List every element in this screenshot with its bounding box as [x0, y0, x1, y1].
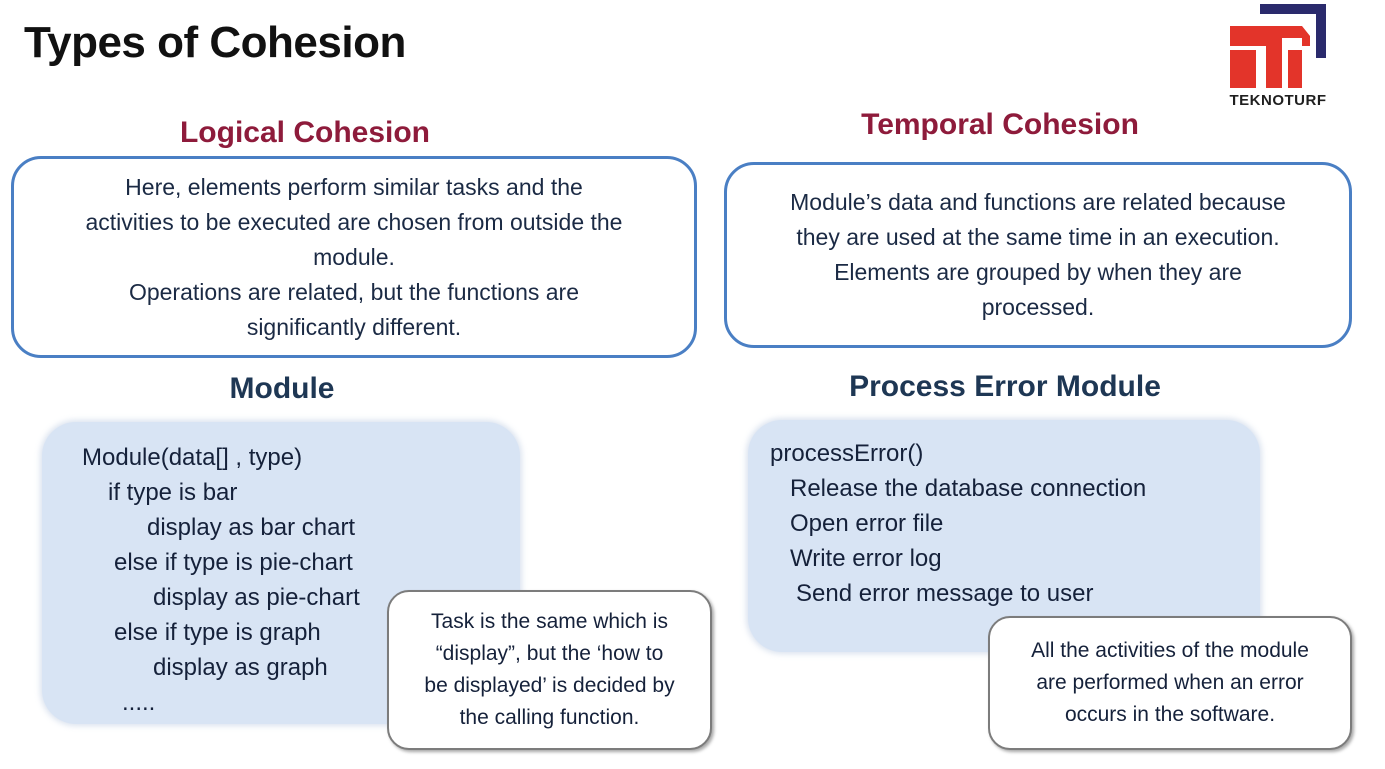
process-error-note-callout: All the activities of the module are per… — [988, 616, 1352, 750]
note-line: the calling function. — [459, 706, 640, 729]
code-line: Write error log — [790, 545, 942, 572]
desc-line: Operations are related, but the function… — [128, 278, 580, 305]
logo-mark-icon — [1230, 4, 1326, 88]
code-line: if type is bar — [108, 479, 238, 506]
code-line: else if type is pie-chart — [114, 549, 353, 576]
code-line: ..... — [122, 689, 156, 716]
desc-line: module. — [313, 243, 395, 270]
code-line: display as graph — [153, 654, 328, 681]
desc-line: Module’s data and functions are related … — [790, 189, 1286, 215]
logical-cohesion-description: Here, elements perform similar tasks and… — [11, 156, 697, 358]
note-line: are performed when an error — [1036, 671, 1304, 694]
code-line: processError() — [770, 440, 924, 467]
note-line: occurs in the software. — [1064, 703, 1276, 726]
code-line: Module(data[] , type) — [82, 444, 303, 471]
code-line: display as pie-chart — [153, 584, 360, 611]
slide-title: Types of Cohesion — [24, 18, 406, 67]
code-line: Open error file — [790, 510, 944, 537]
temporal-cohesion-description: Module’s data and functions are related … — [724, 162, 1352, 348]
note-line: Task is the same which is — [431, 610, 668, 633]
desc-line: Here, elements perform similar tasks and… — [125, 173, 583, 200]
desc-line: activities to be executed are chosen fro… — [85, 208, 623, 235]
process-error-module-heading: Process Error Module — [849, 370, 1161, 403]
module-note-callout: Task is the same which is “display”, but… — [387, 590, 712, 750]
module-example-heading: Module — [229, 372, 335, 405]
note-line: “display”, but the ‘how to — [435, 642, 664, 665]
note-line: be displayed’ is decided by — [424, 674, 675, 697]
code-line: display as bar chart — [147, 514, 356, 541]
logical-cohesion-heading: Logical Cohesion — [179, 116, 431, 149]
code-line: Release the database connection — [790, 475, 1147, 502]
desc-line: significantly different. — [246, 313, 462, 340]
desc-line: processed. — [981, 294, 1095, 320]
desc-line: they are used at the same time in an exe… — [796, 224, 1280, 250]
temporal-cohesion-heading: Temporal Cohesion — [861, 108, 1139, 141]
code-line: Send error message to user — [796, 580, 1094, 607]
desc-line: Elements are grouped by when they are — [834, 259, 1242, 285]
teknoturf-logo: TEKNOTURF — [1226, 4, 1330, 112]
logo-text: TEKNOTURF — [1229, 92, 1327, 109]
note-line: All the activities of the module — [1031, 639, 1309, 662]
code-line: else if type is graph — [114, 619, 321, 646]
